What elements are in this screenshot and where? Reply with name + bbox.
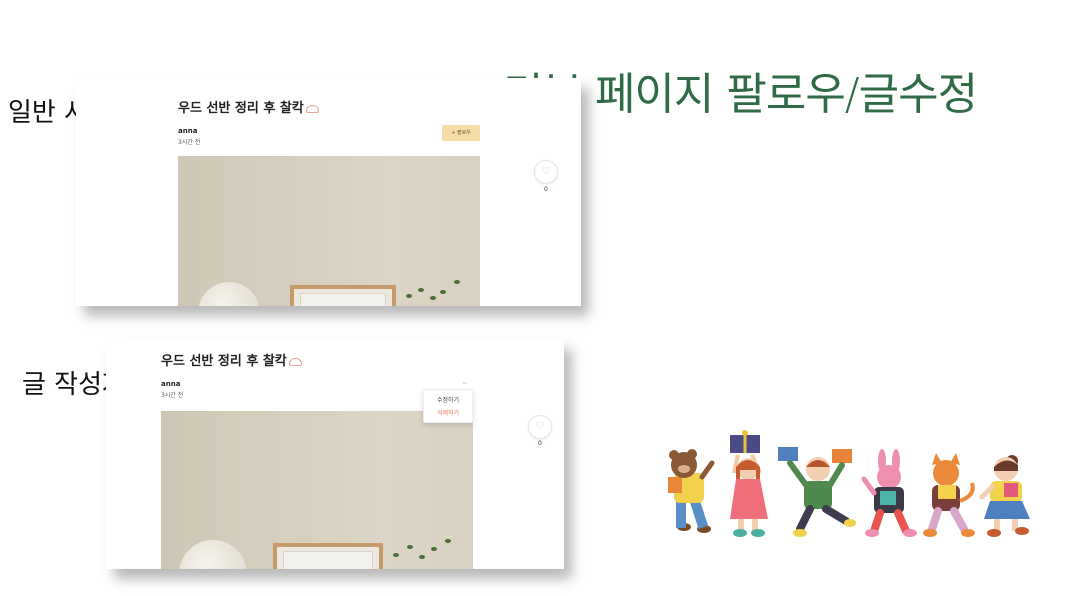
photo-frame xyxy=(273,543,383,569)
post-photo xyxy=(161,411,473,569)
delete-post-menu-item[interactable]: 삭제하기 xyxy=(424,408,472,417)
normal-user-screenshot: 우드 선반 정리 후 찰칵 anna 3시간 전 + 팔로우 ♡ 0 xyxy=(76,78,581,306)
post-title: 우드 선반 정리 후 찰칵 xyxy=(161,350,302,369)
photo-plant xyxy=(445,539,451,543)
post-title-text: 우드 선반 정리 후 찰칵 xyxy=(161,354,287,369)
heart-hands-icon xyxy=(288,357,302,366)
post-author[interactable]: anna xyxy=(178,127,197,135)
photo-plant xyxy=(440,290,446,294)
heart-icon: ♡ xyxy=(535,421,545,432)
heart-icon: ♡ xyxy=(541,166,551,177)
post-title-text: 우드 선반 정리 후 찰칵 xyxy=(178,101,304,116)
follow-button[interactable]: + 팔로우 xyxy=(442,125,480,141)
bunny-character xyxy=(861,449,917,537)
boy-character xyxy=(778,447,856,537)
like-button[interactable]: ♡ xyxy=(528,415,552,439)
post-author[interactable]: anna xyxy=(161,380,180,388)
like-button[interactable]: ♡ xyxy=(534,160,558,184)
like-count: 0 xyxy=(544,186,548,193)
photo-plant xyxy=(418,288,424,292)
photo-frame-inner xyxy=(300,293,386,306)
photo-plant xyxy=(419,555,425,559)
like-count: 0 xyxy=(538,440,542,447)
girl-yellow-character xyxy=(979,455,1030,537)
photo-plant xyxy=(431,547,437,551)
heart-hands-icon xyxy=(305,104,319,113)
post-time: 3시간 전 xyxy=(161,392,184,399)
bear-character xyxy=(668,449,715,533)
author-screenshot: 우드 선반 정리 후 찰칵 anna 3시간 전 ··· 수정하기 삭제하기 ♡… xyxy=(106,339,564,569)
post-title: 우드 선반 정리 후 찰칵 xyxy=(178,97,319,116)
edit-post-menu-item[interactable]: 수정하기 xyxy=(424,395,472,404)
photo-plant xyxy=(407,545,413,549)
more-icon[interactable]: ··· xyxy=(462,379,468,388)
post-time: 3시간 전 xyxy=(178,139,201,146)
post-options-menu: 수정하기 삭제하기 xyxy=(423,389,473,423)
gift-characters-illustration xyxy=(668,430,1030,537)
cat-character xyxy=(923,453,975,537)
photo-frame-inner xyxy=(283,551,373,569)
photo-plant xyxy=(406,294,412,298)
photo-plant xyxy=(393,553,399,557)
photo-frame xyxy=(290,285,396,306)
girl-character xyxy=(730,430,768,537)
post-photo xyxy=(178,156,480,306)
photo-plant xyxy=(430,296,436,300)
photo-plant xyxy=(454,280,460,284)
